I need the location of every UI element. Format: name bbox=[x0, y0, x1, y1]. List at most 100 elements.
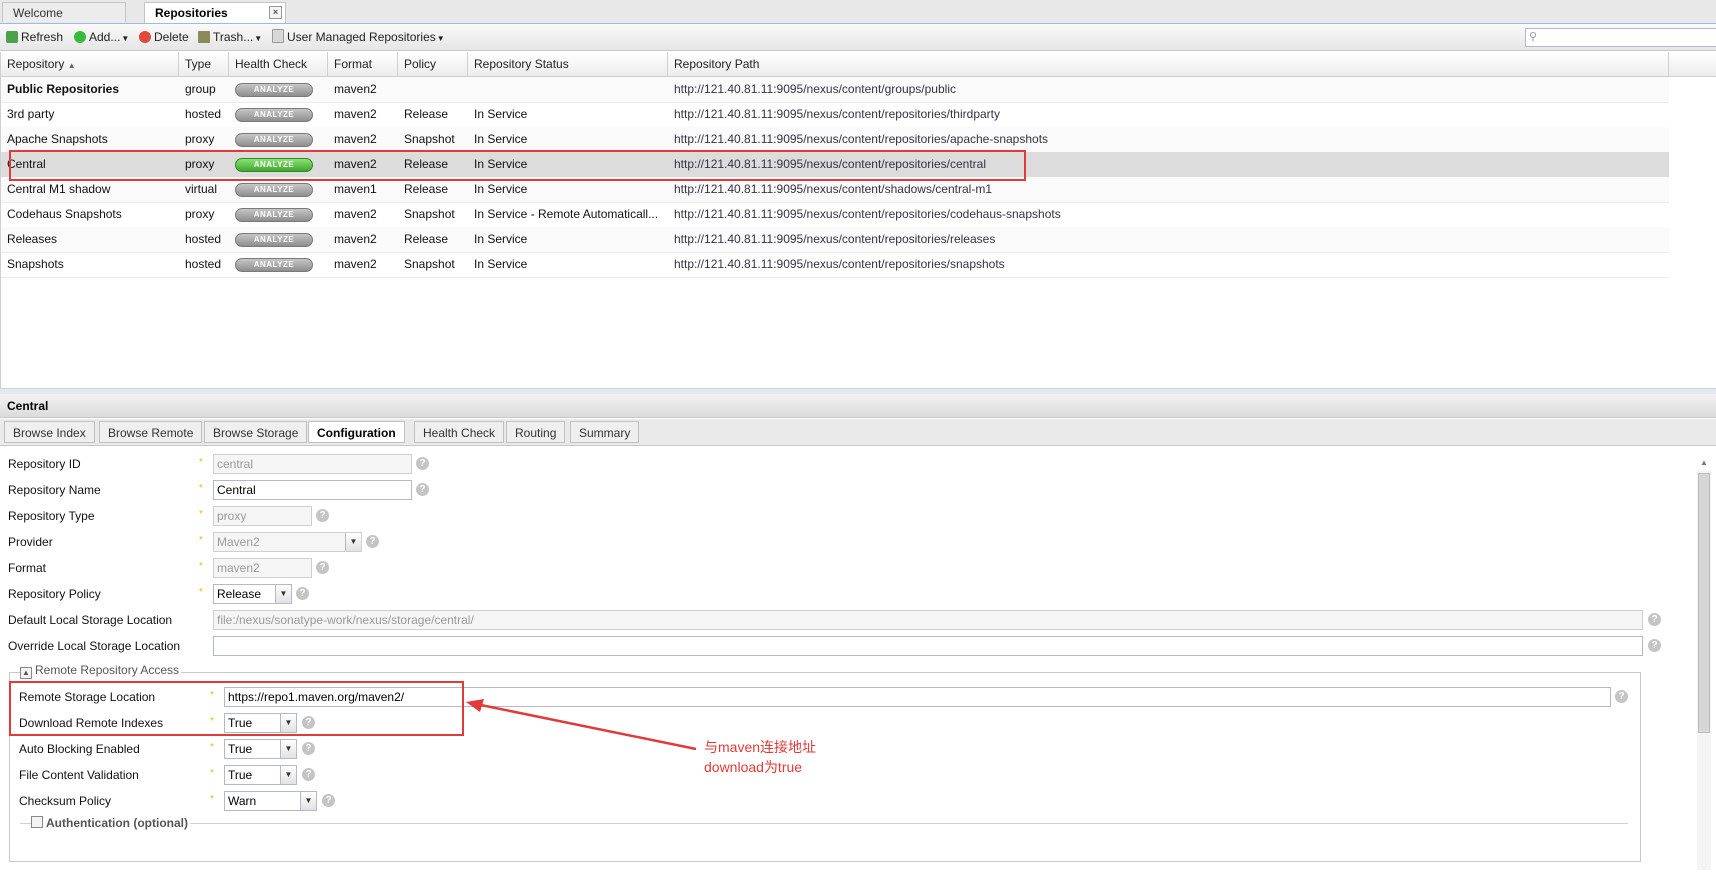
user-managed-repositories-button[interactable]: User Managed Repositories▼ bbox=[272, 28, 445, 46]
header-format[interactable]: Format bbox=[328, 52, 398, 76]
tab-routing[interactable]: Routing bbox=[506, 421, 566, 443]
close-icon[interactable]: × bbox=[269, 6, 282, 19]
analyze-button[interactable]: ANALYZE bbox=[235, 233, 313, 247]
help-icon[interactable]: ? bbox=[302, 768, 315, 781]
sort-asc-icon: ▲ bbox=[67, 61, 76, 70]
cell-format: maven2 bbox=[334, 132, 377, 146]
table-row[interactable]: Releases hosted ANALYZE maven2 Release In Ser… bbox=[1, 227, 1669, 253]
analyze-button[interactable]: ANALYZE bbox=[235, 258, 313, 272]
tab-browse-remote[interactable]: Browse Remote bbox=[99, 421, 203, 443]
header-policy[interactable]: Policy bbox=[398, 52, 468, 76]
help-icon[interactable]: ? bbox=[1648, 639, 1661, 652]
refresh-button[interactable]: Refresh bbox=[6, 28, 63, 46]
file-validation-label: File Content Validation bbox=[19, 768, 139, 782]
table-row[interactable]: Snapshots hosted ANALYZE maven2 Snapshot In S… bbox=[1, 252, 1669, 278]
override-storage-label: Override Local Storage Location bbox=[8, 639, 181, 653]
cell-name: Snapshots bbox=[7, 257, 64, 271]
refresh-label: Refresh bbox=[21, 30, 64, 44]
provider-value: Maven2 bbox=[217, 535, 260, 549]
user-managed-label: User Managed Repositories bbox=[287, 30, 436, 44]
detail-panel-title: Central bbox=[0, 394, 1716, 418]
help-icon[interactable]: ? bbox=[416, 483, 429, 496]
analyze-button[interactable]: ANALYZE bbox=[235, 183, 313, 197]
chevron-down-icon: ▼ bbox=[280, 740, 296, 758]
cell-status: In Service bbox=[474, 257, 528, 271]
default-storage-label: Default Local Storage Location bbox=[8, 613, 173, 627]
health-check-cell: ANALYZE bbox=[229, 127, 328, 152]
header-repository-status[interactable]: Repository Status bbox=[468, 52, 668, 76]
checkbox-icon[interactable] bbox=[31, 816, 43, 828]
help-icon[interactable]: ? bbox=[416, 457, 429, 470]
scroll-up-icon[interactable]: ▲ bbox=[1700, 458, 1708, 467]
help-icon[interactable]: ? bbox=[316, 509, 329, 522]
repository-name-field[interactable]: Central bbox=[213, 480, 412, 500]
chevron-down-icon: ▼ bbox=[436, 34, 445, 43]
delete-button[interactable]: Delete bbox=[139, 28, 189, 46]
help-icon[interactable]: ? bbox=[366, 535, 379, 548]
chevron-down-icon: ▼ bbox=[345, 533, 361, 551]
cell-policy: Snapshot bbox=[404, 207, 455, 221]
chevron-down-icon: ▼ bbox=[121, 34, 130, 43]
header-type[interactable]: Type bbox=[179, 52, 229, 76]
repository-policy-select[interactable]: Release ▼ bbox=[213, 584, 292, 604]
refresh-icon bbox=[6, 31, 18, 43]
remote-access-legend-label: Remote Repository Access bbox=[35, 663, 180, 677]
required-icon: * bbox=[199, 535, 203, 546]
table-row[interactable]: Public Repositories group ANALYZE maven2 htt… bbox=[1, 77, 1669, 103]
tab-health-check[interactable]: Health Check bbox=[414, 421, 505, 443]
tab-welcome[interactable]: Welcome bbox=[2, 2, 126, 22]
cell-type: hosted bbox=[185, 232, 222, 246]
annotation-line-2: download为true bbox=[704, 759, 803, 775]
cell-name: Releases bbox=[7, 232, 58, 246]
detail-tab-bar: Browse Index Browse Remote Browse Storag… bbox=[0, 419, 1716, 446]
cell-status: In Service bbox=[474, 232, 528, 246]
header-repository-path[interactable]: Repository Path bbox=[668, 52, 1669, 76]
health-check-cell: ANALYZE bbox=[229, 202, 328, 227]
provider-select[interactable]: Maven2 ▼ bbox=[213, 532, 362, 552]
search-input[interactable]: ⚲ bbox=[1525, 28, 1716, 47]
table-row[interactable]: Codehaus Snapshots proxy ANALYZE maven2 Snap… bbox=[1, 202, 1669, 228]
format-field[interactable]: maven2 bbox=[213, 558, 312, 578]
search-icon: ⚲ bbox=[1529, 31, 1538, 43]
header-health-check[interactable]: Health Check bbox=[229, 52, 328, 76]
repository-type-field[interactable]: proxy bbox=[213, 506, 312, 526]
help-icon[interactable]: ? bbox=[316, 561, 329, 574]
tab-browse-index[interactable]: Browse Index bbox=[4, 421, 95, 443]
add-button[interactable]: Add...▼ bbox=[74, 28, 129, 46]
tab-configuration[interactable]: Configuration bbox=[308, 421, 405, 443]
required-icon: * bbox=[199, 509, 203, 520]
scroll-thumb[interactable] bbox=[1698, 473, 1710, 733]
analyze-button[interactable]: ANALYZE bbox=[235, 208, 313, 222]
health-check-cell: ANALYZE bbox=[229, 102, 328, 127]
collapse-icon[interactable]: ▲ bbox=[20, 667, 32, 679]
form-scrollbar[interactable]: ▲ bbox=[1697, 456, 1711, 876]
auto-blocking-select[interactable]: True ▼ bbox=[224, 739, 297, 759]
authentication-legend[interactable]: Authentication (optional) bbox=[31, 816, 190, 830]
checksum-policy-select[interactable]: Warn ▼ bbox=[224, 791, 317, 811]
help-icon[interactable]: ? bbox=[302, 742, 315, 755]
repository-id-field[interactable]: central bbox=[213, 454, 412, 474]
cell-name: 3rd party bbox=[7, 107, 55, 121]
toolbar: Refresh Add...▼ Delete Trash...▼ User Ma… bbox=[0, 24, 1716, 51]
tab-browse-storage[interactable]: Browse Storage bbox=[204, 421, 308, 443]
header-repository[interactable]: Repository ▲ bbox=[1, 52, 179, 76]
analyze-button[interactable]: ANALYZE bbox=[235, 133, 313, 147]
cell-policy: Release bbox=[404, 107, 449, 121]
help-icon[interactable]: ? bbox=[296, 587, 309, 600]
table-row[interactable]: 3rd party hosted ANALYZE maven2 Release In Se… bbox=[1, 102, 1669, 128]
annotation-text: 与maven连接地址 download为true bbox=[704, 737, 816, 777]
help-icon[interactable]: ? bbox=[1615, 690, 1628, 703]
remote-access-legend[interactable]: ▲ Remote Repository Access bbox=[20, 663, 182, 679]
help-icon[interactable]: ? bbox=[1648, 613, 1661, 626]
highlight-box-central-row bbox=[9, 150, 1026, 181]
default-storage-field[interactable]: file:/nexus/sonatype-work/nexus/storage/… bbox=[213, 610, 1643, 630]
override-storage-field[interactable] bbox=[213, 636, 1643, 656]
file-validation-select[interactable]: True ▼ bbox=[224, 765, 297, 785]
analyze-button[interactable]: ANALYZE bbox=[235, 108, 313, 122]
tab-summary[interactable]: Summary bbox=[570, 421, 640, 443]
tab-repositories[interactable]: Repositories × bbox=[144, 2, 286, 23]
required-icon: * bbox=[199, 483, 203, 494]
help-icon[interactable]: ? bbox=[322, 794, 335, 807]
analyze-button[interactable]: ANALYZE bbox=[235, 83, 313, 97]
trash-button[interactable]: Trash...▼ bbox=[198, 28, 262, 46]
